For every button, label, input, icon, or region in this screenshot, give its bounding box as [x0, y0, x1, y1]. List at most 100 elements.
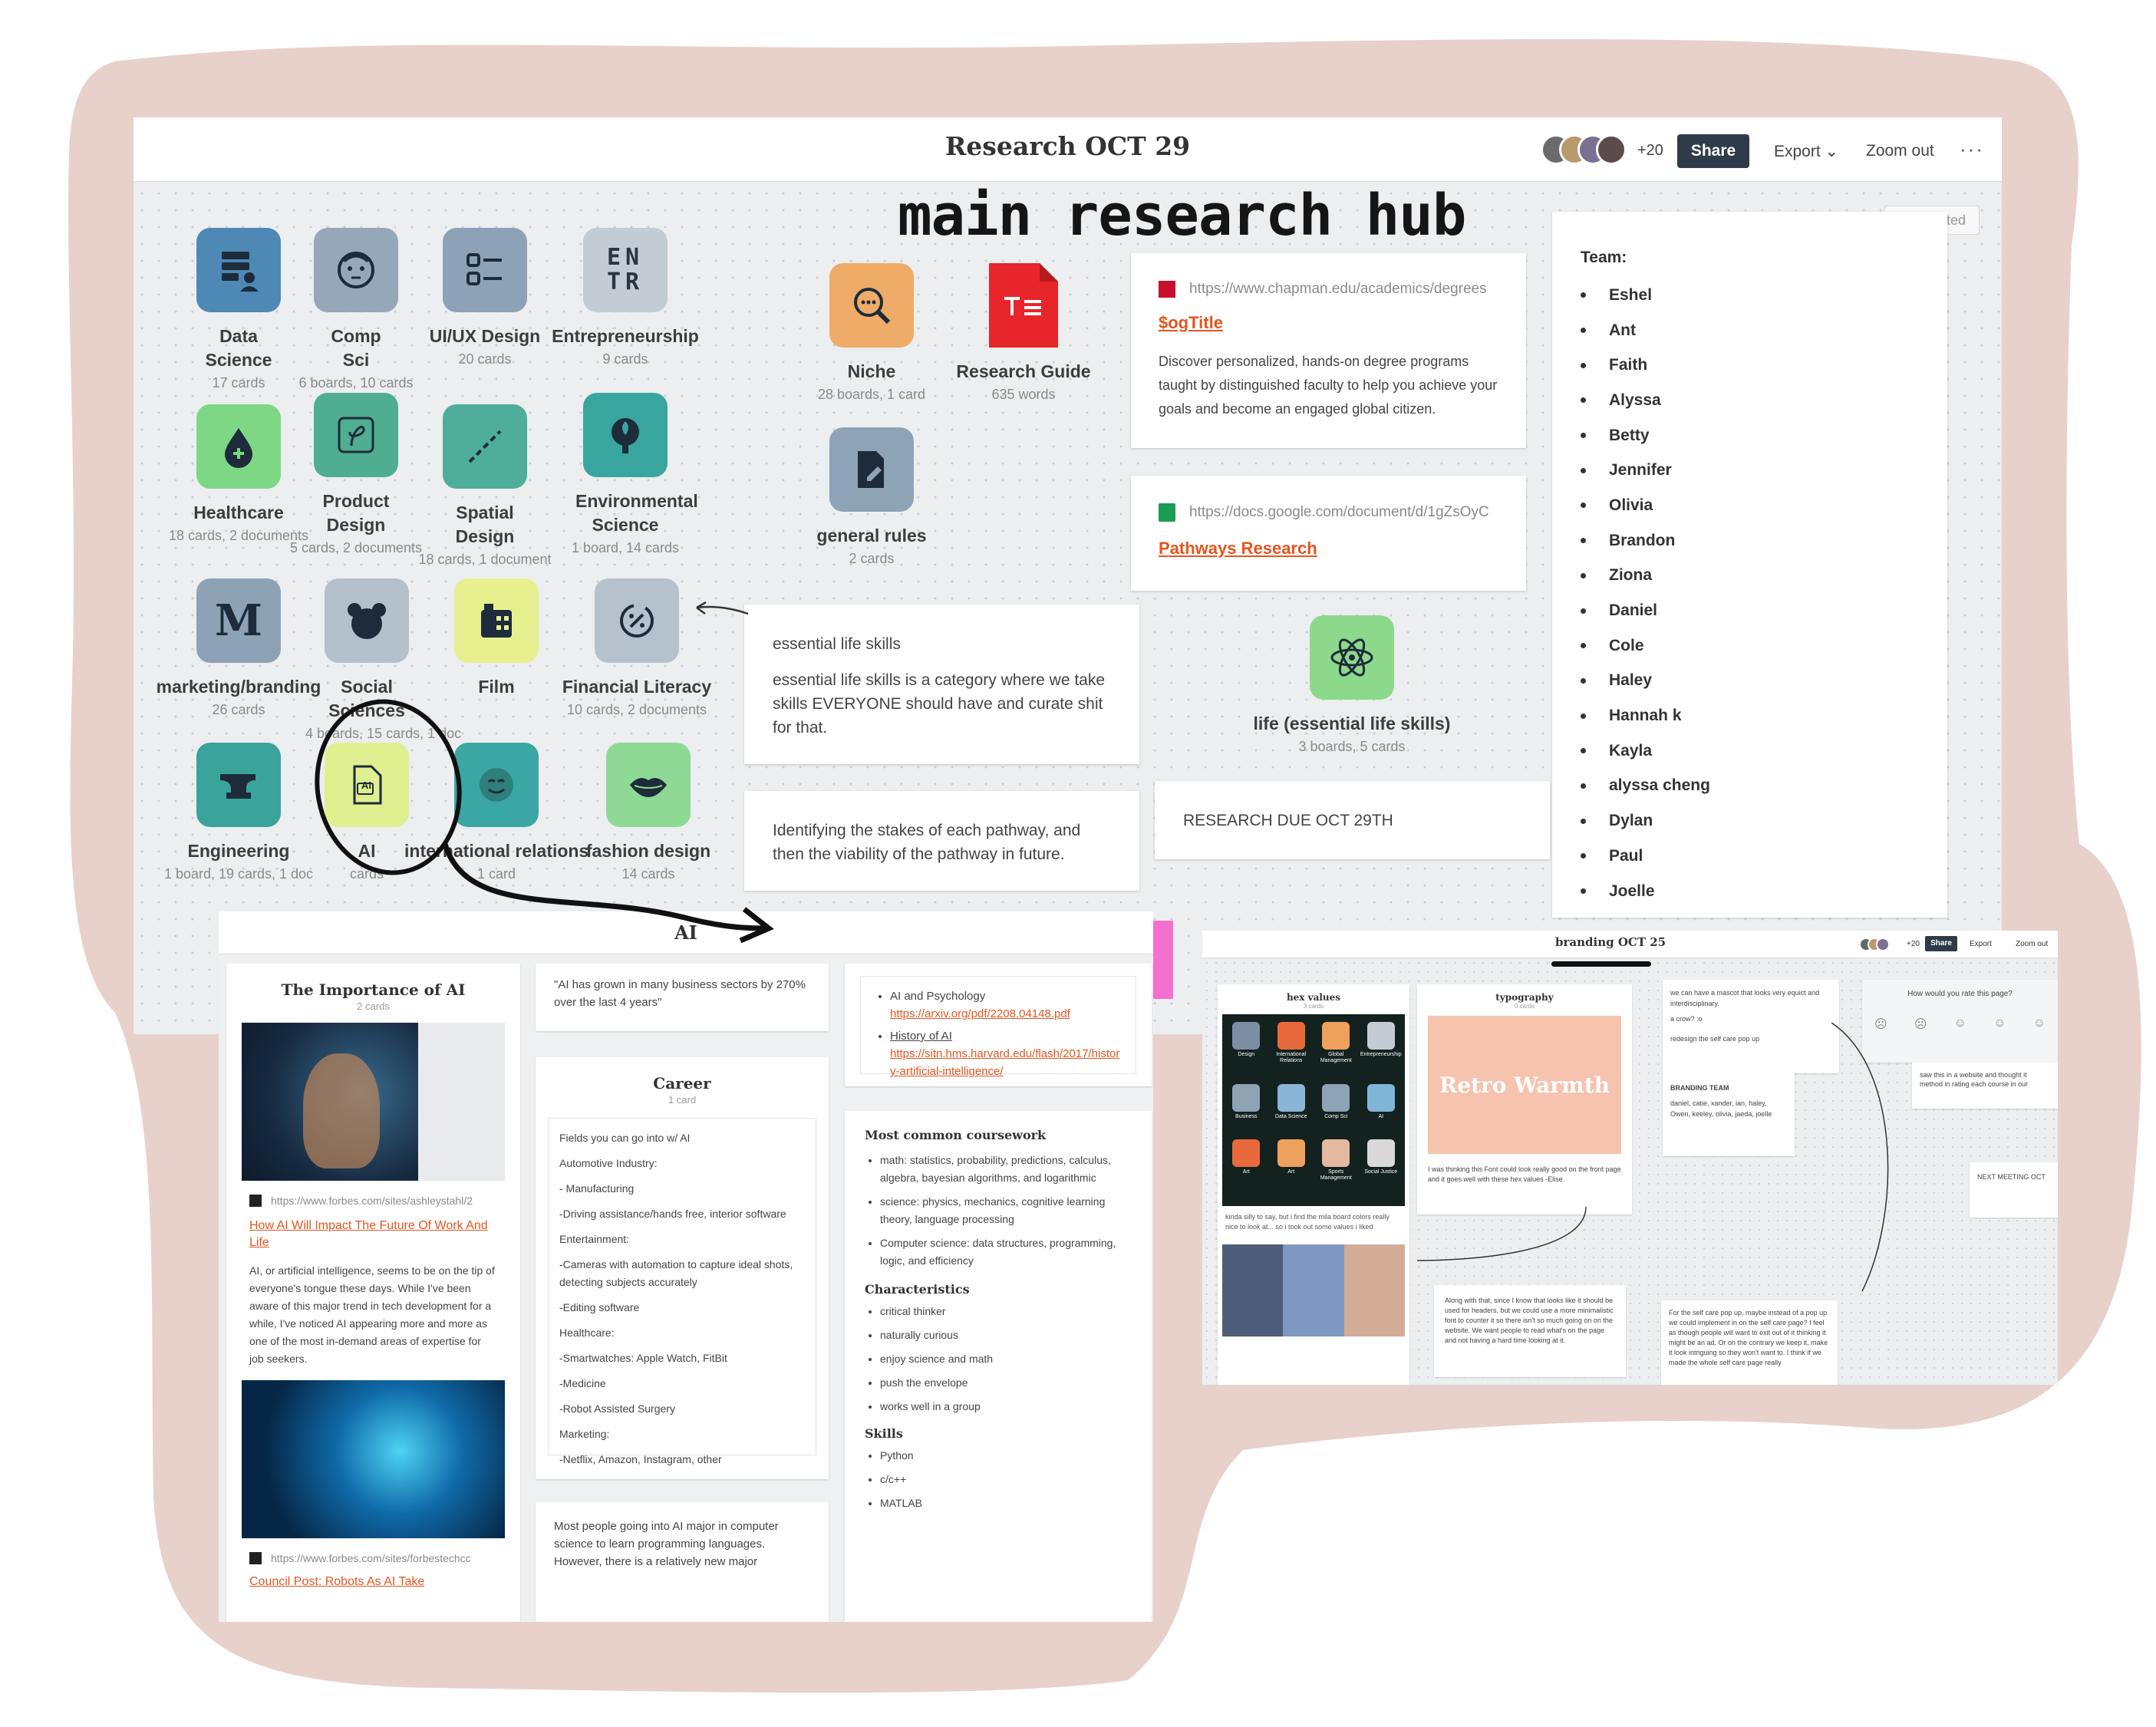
ai-note-card[interactable]: Most people going into AI major in compu…: [536, 1502, 829, 1622]
face-icon[interactable]: ☺: [1993, 1017, 2006, 1032]
quote-card[interactable]: "AI has grown in many business sectors b…: [536, 964, 829, 1031]
note-stakes[interactable]: Identifying the stakes of each pathway, …: [744, 791, 1139, 891]
mini-tile-label: Entrepreneurship: [1360, 1052, 1402, 1057]
characteristics-list: critical thinker naturally curious enjoy s…: [865, 1303, 1132, 1416]
face-icon[interactable]: ☺: [1954, 1017, 1966, 1032]
collaborator-avatars[interactable]: [1859, 938, 1902, 951]
note-body: essential life skills is a category wher…: [773, 671, 1106, 737]
top-bar: Research OCT 29 +20 Share Export ⌄ Zoom …: [134, 117, 2002, 182]
importance-column[interactable]: The Importance of AI 2 cards https://www…: [226, 964, 520, 1622]
team-member: Alyssa: [1581, 383, 1947, 418]
career-column[interactable]: Career 1 card Fields you can go into w/ …: [536, 1057, 829, 1479]
forbes-favicon-icon: [249, 1195, 262, 1207]
doc-icon: [981, 263, 1066, 348]
avatar[interactable]: [1596, 134, 1627, 165]
link-title[interactable]: Pathways Research: [1159, 539, 1498, 559]
team-member: Joelle: [1581, 874, 1947, 909]
links-card[interactable]: AI and Psychology https://arxiv.org/pdf/2…: [845, 964, 1152, 1086]
note-deadline[interactable]: RESEARCH DUE OCT 29TH: [1155, 781, 1550, 859]
column-title: The Importance of AI: [281, 981, 466, 999]
mini-tile-icon: [1232, 1139, 1261, 1168]
ai-board-preview[interactable]: AI The Importance of AI 2 cards https://…: [219, 911, 1153, 1622]
link-card-pathways[interactable]: https://docs.google.com/document/d/1gZsO…: [1131, 476, 1526, 591]
mini-tile-icon: [1322, 1083, 1350, 1112]
team-card[interactable]: Team: Eshel Ant Faith Alyssa Betty Jennifer Ol…: [1552, 212, 1947, 918]
connector-arrow: [1831, 1023, 1889, 1292]
arrow-icon: [696, 601, 749, 615]
link-title[interactable]: $ogTitle: [1159, 313, 1498, 333]
share-button[interactable]: Share: [1925, 936, 1957, 951]
next-meeting-note[interactable]: NEXT MEETING OCT: [1970, 1162, 2058, 1218]
mini-tile-label: Art: [1242, 1169, 1250, 1175]
team-list: Eshel Ant Faith Alyssa Betty Jennifer Olivia Br…: [1581, 278, 1947, 918]
tile-meta: 635 words: [991, 387, 1056, 402]
self-care-note[interactable]: For the self care pop up, maybe instead …: [1661, 1300, 1838, 1385]
quote-text: "AI has grown in many business sectors b…: [554, 978, 806, 1009]
note-title: BRANDING TEAM: [1670, 1084, 1729, 1092]
export-menu[interactable]: Export: [1970, 940, 1992, 948]
branding-team-note[interactable]: BRANDING TEAM daniel, catie, xander, ian…: [1663, 1072, 1795, 1156]
zoom-out-button[interactable]: Zoom out: [1866, 142, 1934, 160]
tile-meta: 2 cards: [849, 551, 895, 566]
chapman-favicon-icon: [1159, 281, 1175, 298]
career-line: -Driving assistance/hands free, interior…: [559, 1208, 786, 1220]
tile-entrepreneurship[interactable]: EN TR Entrepreneurship 9 cards: [533, 228, 717, 367]
branding-board-preview[interactable]: branding OCT 25 +20 Share Export Zoom ou…: [1202, 931, 2058, 1385]
tile-research-guide[interactable]: Research Guide 635 words: [931, 263, 1116, 403]
more-options-icon[interactable]: ···: [1960, 137, 1984, 161]
mascot-note[interactable]: we can have a mascot that looks very equ…: [1663, 980, 1839, 1073]
coursework-card[interactable]: Most common coursework math: statistics,…: [845, 1111, 1152, 1622]
face-icon[interactable]: ☺: [2033, 1017, 2046, 1032]
link-url[interactable]: https://sitn.hms.harvard.edu/flash/2017/…: [890, 1047, 1119, 1078]
tile-general-rules[interactable]: general rules 2 cards: [780, 427, 964, 567]
career-card[interactable]: Fields you can go into w/ AI Automotive I…: [548, 1118, 816, 1465]
note-life-skills[interactable]: essential life skills essential life ski…: [744, 605, 1139, 764]
ruler-icon: [443, 404, 527, 489]
note-body: RESEARCH DUE OCT 29TH: [1183, 812, 1393, 829]
tile-life-skills[interactable]: life (essential life skills) 3 boards, 5…: [1254, 615, 1450, 755]
links-inner: AI and Psychology https://arxiv.org/pdf/2…: [860, 976, 1136, 1078]
mini-tile: International Relations: [1271, 1022, 1313, 1081]
list-icon: [443, 228, 527, 312]
collaborator-avatars[interactable]: [1541, 134, 1633, 166]
tile-name: Research Guide: [956, 361, 1091, 381]
zoom-out-button[interactable]: Zoom out: [2016, 940, 2048, 948]
link-url[interactable]: https://arxiv.org/pdf/2208.04148.pdf: [890, 1007, 1070, 1020]
face-icon[interactable]: ☹: [1914, 1017, 1927, 1032]
link-url-row: https://www.forbes.com/sites/forbestechc…: [249, 1552, 497, 1564]
export-menu[interactable]: Export ⌄: [1774, 142, 1838, 161]
link-url-row: https://docs.google.com/document/d/1gZsO…: [1159, 503, 1498, 522]
share-button[interactable]: Share: [1677, 134, 1749, 168]
team-member: Paul: [1581, 839, 1947, 874]
career-line: Fields you can go into w/ AI: [559, 1132, 691, 1144]
chevron-down-icon: ⌄: [1825, 143, 1839, 160]
list-item: works well in a group: [880, 1398, 1132, 1416]
team-member: Cole: [1581, 628, 1947, 664]
mini-tile: Data Science: [1271, 1083, 1313, 1137]
list-item: critical thinker: [880, 1303, 1132, 1320]
search-dots-icon: [829, 263, 914, 348]
tile-meta: 9 cards: [602, 351, 648, 367]
link-url-row: https://www.forbes.com/sites/ashleystahl…: [249, 1195, 497, 1207]
mini-tile-label: Comp Sci: [1324, 1113, 1348, 1119]
mini-tile-label: Sports Management: [1320, 1169, 1352, 1182]
mini-tile-label: Design: [1238, 1052, 1255, 1057]
website-note[interactable]: saw this in a website and thought it met…: [1912, 1063, 2058, 1109]
tile-environmental-science[interactable]: Environmental Science 1 board, 14 cards: [533, 393, 717, 556]
team-member: Kayla: [1581, 733, 1947, 769]
link-url: https://docs.google.com/document/d/1gZsO…: [1189, 504, 1489, 520]
career-line: Healthcare:: [559, 1327, 615, 1339]
font-sample-card: Retro Warmth: [1428, 1016, 1621, 1154]
mini-tile-icon: [1277, 1083, 1305, 1112]
mini-tile-icon: [1277, 1139, 1305, 1168]
typography-column[interactable]: typography 0 cards Retro Warmth I was th…: [1417, 984, 1632, 1215]
film-icon: [454, 578, 539, 663]
face-icon: [314, 228, 398, 312]
link-card-chapman[interactable]: https://www.chapman.edu/academics/degree…: [1131, 253, 1526, 448]
link-title[interactable]: How AI Will Impact The Future Of Work An…: [249, 1218, 497, 1251]
link-block: https://www.forbes.com/sites/ashleystahl…: [242, 1181, 505, 1368]
team-member: Haley: [1581, 664, 1947, 699]
tile-name: Financial Literacy: [562, 677, 712, 697]
hex-values-column[interactable]: hex values 3 cards Design International R…: [1218, 984, 1409, 1385]
link-title[interactable]: Council Post: Robots As AI Take: [249, 1575, 497, 1589]
